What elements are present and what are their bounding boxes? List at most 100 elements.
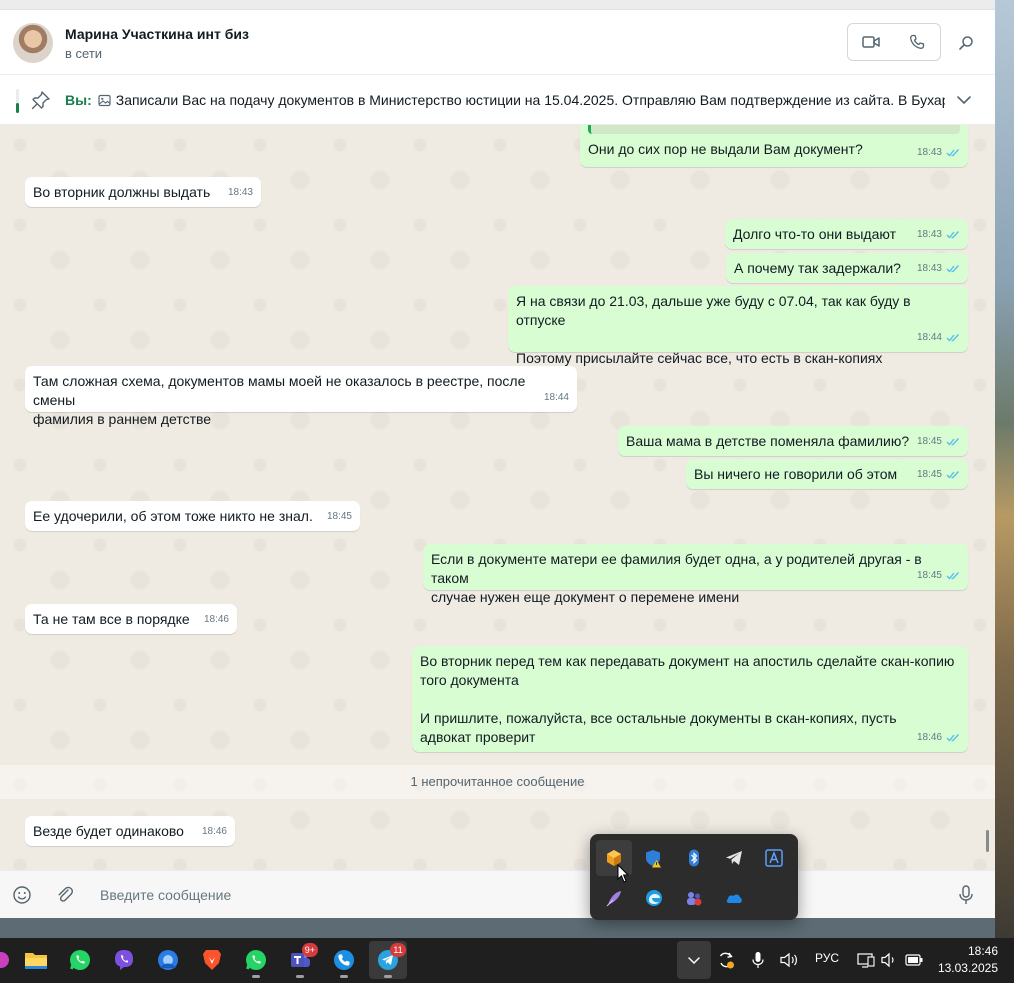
- message-composer: [0, 870, 995, 918]
- message-meta: 18:45: [917, 465, 960, 484]
- microphone-icon[interactable]: [748, 950, 768, 970]
- pinned-text: Записали Вас на подачу документов в Мини…: [115, 92, 945, 108]
- app-blue-circle-icon[interactable]: [149, 941, 187, 979]
- message-text: Если в документе матери ее фамилия будет…: [431, 551, 922, 605]
- contact-name[interactable]: Марина Участкина инт биз: [65, 26, 249, 42]
- chat-messages-area[interactable]: Они до сих пор не выдали Вам документ? 1…: [0, 125, 995, 870]
- double-check-icon: [946, 334, 959, 342]
- quill-icon[interactable]: [596, 880, 632, 916]
- message-bubble-incoming[interactable]: Та не там все в порядке 18:46: [25, 604, 237, 634]
- message-text: Там сложная схема, документов мамы моей …: [33, 373, 526, 427]
- microphone-icon[interactable]: [956, 884, 976, 906]
- message-bubble-outgoing[interactable]: А почему так задержали? 18:43: [726, 253, 968, 283]
- tray-overflow-button[interactable]: [677, 941, 711, 979]
- call-buttons: [847, 23, 941, 61]
- message-meta: 18:44: [917, 328, 960, 347]
- message-text: Ваша мама в детстве поменяла фамилию?: [626, 433, 910, 449]
- message-time: 18:43: [916, 147, 942, 158]
- message-bubble-outgoing[interactable]: Ваша мама в детстве поменяла фамилию? 18…: [618, 426, 968, 456]
- message-bubble-outgoing[interactable]: Долго что-то они выдают 18:43: [725, 219, 968, 249]
- telegram-icon[interactable]: 11: [369, 941, 407, 979]
- teams-icon[interactable]: 9+: [281, 941, 319, 979]
- message-time: 18:45: [916, 469, 942, 480]
- message-bubble-incoming[interactable]: Везде будет одинаково 18:46: [25, 816, 235, 846]
- double-check-icon: [946, 149, 959, 157]
- language-a-icon[interactable]: [756, 840, 792, 876]
- message-time: 18:43: [916, 263, 942, 274]
- teams-icon[interactable]: [676, 880, 712, 916]
- double-check-icon: [946, 438, 959, 446]
- double-check-icon: [946, 231, 959, 239]
- message-time: 18:45: [326, 511, 352, 522]
- message-bubble-outgoing[interactable]: Они до сих пор не выдали Вам документ? 1…: [580, 125, 968, 167]
- defender-warning-icon[interactable]: [636, 840, 672, 876]
- chat-header: Марина Участкина инт биз в сети: [0, 10, 995, 75]
- message-meta: 18:43: [917, 259, 960, 278]
- phone-icon[interactable]: [325, 941, 363, 979]
- running-indicator: [252, 975, 260, 978]
- onedrive-icon[interactable]: [716, 880, 752, 916]
- quoted-reply: [588, 125, 960, 134]
- message-meta: 18:43: [917, 225, 960, 244]
- message-meta: 18:46: [202, 822, 227, 841]
- video-call-button[interactable]: [848, 24, 894, 60]
- search-button[interactable]: [952, 29, 980, 57]
- pinned-indicator: [16, 89, 19, 113]
- edge-icon[interactable]: [636, 880, 672, 916]
- phone-icon: [910, 34, 925, 49]
- taskbar: 9+ 11 РУС 18:46 13.03.2025: [0, 938, 1014, 983]
- message-meta: 18:43: [228, 183, 253, 202]
- bluetooth-icon[interactable]: [676, 840, 712, 876]
- double-check-icon: [946, 572, 959, 580]
- speaker-icon[interactable]: [879, 950, 899, 970]
- message-time: 18:43: [916, 229, 942, 240]
- viber-icon[interactable]: [105, 941, 143, 979]
- clock-time[interactable]: 18:46: [940, 944, 998, 958]
- message-meta: 18:43: [917, 143, 960, 162]
- message-bubble-outgoing[interactable]: Вы ничего не говорили об этом 18:45: [686, 459, 968, 489]
- message-time: 18:45: [916, 570, 942, 581]
- telegram-icon[interactable]: [716, 840, 752, 876]
- message-text: Та не там все в порядке: [33, 611, 190, 627]
- message-bubble-incoming[interactable]: Ее удочерили, об этом тоже никто не знал…: [25, 501, 360, 531]
- mouse-cursor: [617, 864, 629, 883]
- whatsapp-window: Марина Участкина инт биз в сети Вы: Запис…: [0, 0, 995, 918]
- message-meta: 18:46: [204, 610, 229, 629]
- message-time: 18:46: [201, 826, 227, 837]
- double-check-icon: [946, 734, 959, 742]
- video-camera-icon: [862, 36, 880, 48]
- message-bubble-incoming[interactable]: Там сложная схема, документов мамы моей …: [25, 366, 577, 427]
- running-indicator: [340, 975, 348, 978]
- clock-date[interactable]: 13.03.2025: [930, 961, 998, 975]
- message-bubble-outgoing[interactable]: Я на связи до 21.03, дальше уже буду с 0…: [508, 286, 968, 366]
- window-title-bar: [0, 0, 995, 10]
- running-indicator: [296, 975, 304, 978]
- brave-icon[interactable]: [193, 941, 231, 979]
- contact-status: в сети: [65, 46, 103, 61]
- pinned-sender: Вы:: [65, 92, 92, 108]
- whatsapp-icon[interactable]: [61, 941, 99, 979]
- avatar[interactable]: [13, 23, 53, 63]
- whatsapp-icon-2[interactable]: [237, 941, 275, 979]
- emoji-icon[interactable]: [11, 884, 33, 906]
- message-bubble-incoming[interactable]: Во вторник должны выдать 18:43: [25, 177, 261, 207]
- message-time: 18:44: [543, 392, 569, 403]
- input-language[interactable]: РУС: [815, 951, 839, 965]
- voice-call-button[interactable]: [894, 24, 940, 60]
- volume-icon[interactable]: [779, 950, 799, 970]
- paperclip-icon[interactable]: [54, 884, 76, 906]
- scrollbar-thumb[interactable]: [986, 830, 989, 852]
- chevron-down-icon[interactable]: [955, 91, 973, 109]
- double-check-icon: [946, 265, 959, 273]
- network-icon[interactable]: [856, 950, 876, 970]
- sync-icon[interactable]: [716, 950, 736, 970]
- message-text: Они до сих пор не выдали Вам документ?: [588, 141, 863, 157]
- battery-icon[interactable]: [904, 950, 924, 970]
- file-explorer-icon[interactable]: [17, 941, 55, 979]
- running-indicator: [384, 975, 392, 978]
- message-text: Я на связи до 21.03, дальше уже буду с 0…: [516, 293, 911, 366]
- message-bubble-outgoing[interactable]: Если в документе матери ее фамилия будет…: [423, 544, 968, 605]
- pin-icon: [31, 91, 50, 110]
- pinned-message-bar[interactable]: Вы: Записали Вас на подачу документов в М…: [0, 75, 995, 125]
- message-bubble-outgoing[interactable]: Во вторник перед тем как передавать доку…: [412, 646, 968, 752]
